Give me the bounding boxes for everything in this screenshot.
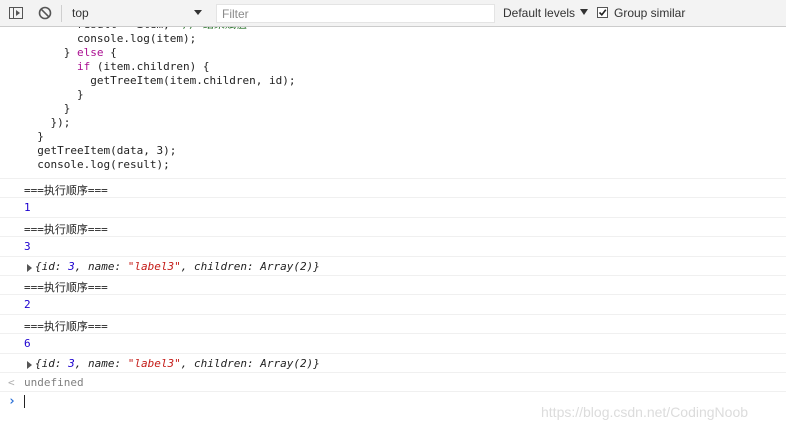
code-line: }	[24, 130, 44, 143]
watermark: https://blog.csdn.net/CodingNoob	[541, 404, 749, 420]
log-text: ===执行顺序===	[24, 281, 108, 294]
object-token: {id:	[35, 356, 69, 370]
object-token: Array(2)	[260, 356, 314, 370]
object-token: Array(2)	[260, 259, 314, 273]
log-row: ===执行顺序===	[0, 179, 786, 199]
toolbar-divider	[61, 5, 62, 22]
expand-triangle-icon[interactable]	[27, 360, 32, 369]
context-value: top	[72, 6, 89, 20]
log-text: 6	[24, 337, 31, 351]
object-token: }	[313, 259, 320, 273]
log-row: 3	[0, 237, 786, 257]
code-token: }	[37, 130, 44, 143]
group-similar-label: Group similar	[614, 6, 686, 20]
log-levels-label: Default levels	[503, 6, 576, 20]
code-keyword: else	[77, 46, 104, 59]
code-token: }	[63, 46, 77, 59]
text-caret	[24, 395, 25, 408]
clear-console-icon[interactable]	[37, 5, 53, 21]
code-token: console.log(result);	[37, 158, 170, 171]
code-line: console.log(item);	[24, 32, 196, 45]
code-line: getTreeItem(item.children, id);	[24, 74, 296, 87]
return-value-row: < undefined	[0, 373, 786, 392]
log-row: 6	[0, 334, 786, 354]
code-line: getTreeItem(data, 3);	[24, 144, 176, 157]
log-row: 2	[0, 295, 786, 315]
object-token: , name:	[74, 259, 128, 273]
log-text: ===执行顺序===	[24, 184, 108, 197]
code-line: }	[24, 102, 71, 115]
object-token: "label3"	[127, 356, 181, 370]
log-text: {id: 3, name: "label3", children: Array(…	[35, 260, 320, 273]
code-token: result =	[77, 27, 137, 31]
object-token: }	[313, 356, 320, 370]
code-line: console.log(result);	[24, 158, 170, 171]
code-token: }	[63, 102, 71, 115]
object-token: {id:	[35, 259, 69, 273]
object-token: , children:	[180, 259, 261, 273]
sidebar-toggle-icon[interactable]	[8, 5, 24, 21]
code-token: getTreeItem(data, 3);	[37, 144, 177, 157]
log-object-row[interactable]: {id: 3, name: "label3", children: Array(…	[0, 257, 786, 276]
log-text: 2	[24, 298, 31, 312]
code-line: }	[24, 88, 84, 101]
log-object-row[interactable]: {id: 3, name: "label3", children: Array(…	[0, 354, 786, 373]
expand-triangle-icon[interactable]	[27, 263, 32, 272]
prompt-chevron-icon: ›	[8, 394, 16, 409]
code-token: getTreeItem(item.children, id);	[90, 74, 296, 87]
code-token: ;	[163, 27, 183, 31]
log-text: {id: 3, name: "label3", children: Array(…	[35, 357, 320, 370]
console-toolbar: top Default levels Group similar	[0, 0, 786, 27]
object-token: 3	[68, 356, 75, 370]
object-token: "label3"	[127, 259, 181, 273]
log-text: 1	[24, 201, 31, 215]
console-input-echo: result = item; // 结果赋值 console.log(item)…	[0, 27, 786, 179]
code-keyword: if	[76, 60, 91, 73]
checkbox-icon[interactable]	[597, 7, 608, 18]
code-token: item	[137, 27, 164, 31]
dropdown-arrow-icon	[194, 10, 202, 15]
code-line: if (item.children) {	[24, 60, 209, 73]
return-value: undefined	[24, 376, 84, 389]
code-block: result = item; // 结果赋值 console.log(item)…	[24, 27, 296, 172]
log-row: ===执行顺序===	[0, 315, 786, 335]
code-token: console.log(item);	[76, 32, 197, 45]
log-text: ===执行顺序===	[24, 319, 108, 333]
object-token: , name:	[74, 356, 128, 370]
code-comment: // 结果赋值	[183, 27, 247, 31]
code-token: {	[103, 46, 117, 59]
object-token: 3	[68, 259, 75, 273]
object-token: , children:	[180, 356, 261, 370]
code-token: }	[76, 88, 84, 101]
return-arrow-icon: <	[8, 376, 15, 389]
code-line: result = item; // 结果赋值	[24, 27, 247, 31]
log-row: ===执行顺序===	[0, 218, 786, 238]
log-row: 1	[0, 198, 786, 218]
code-token: (item.children) {	[90, 60, 210, 73]
code-line: });	[24, 116, 71, 129]
log-text: 3	[24, 240, 31, 254]
filter-input[interactable]	[216, 4, 495, 23]
dropdown-arrow-icon	[580, 9, 589, 15]
log-row: ===执行顺序===	[0, 276, 786, 296]
context-selector[interactable]: top	[68, 4, 210, 23]
code-line: } else {	[24, 46, 117, 59]
log-levels-dropdown[interactable]: Default levels	[503, 6, 589, 20]
log-text: ===执行顺序===	[24, 222, 108, 236]
code-token: });	[50, 116, 71, 129]
